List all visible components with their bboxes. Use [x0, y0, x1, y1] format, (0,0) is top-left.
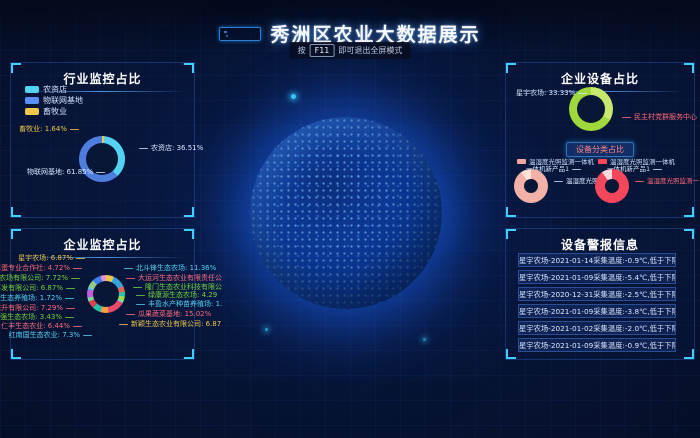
pie-label: 绿康源生态农场: 4.29	[136, 291, 217, 300]
alarm-row: 星宇农场-2021-01-09采集温度:-5.4℃,低于下限:0℃	[518, 270, 676, 284]
panel-device-alarms: 设备警报信息 星宇农场-2021-01-14采集温度:-0.9℃,低于下限:0℃…	[505, 228, 695, 360]
classification-donut-right[interactable]	[595, 169, 629, 203]
legend-item-iot[interactable]: 物联网基地	[25, 95, 83, 106]
pie-label: 红超禽蛋专业合作社: 4.72%	[0, 264, 82, 273]
classification-donut-left[interactable]	[514, 169, 548, 203]
f11-key-badge: F11	[310, 44, 335, 57]
legend-swatch	[25, 86, 39, 93]
enterprise-donut-chart[interactable]	[87, 275, 125, 313]
pie-label-right: 民主村党群服务中心	[622, 113, 697, 122]
panel-industry-ratio: 行业监控占比 农资店 物联网基地 畜牧业 畜牧业: 1.64% 农资店: 36.…	[10, 62, 195, 218]
glow-dot	[423, 338, 426, 341]
alarm-row: 星宇农场-2020-12-31采集温度:-2.5℃,低于下限:0℃	[518, 287, 676, 301]
legend-label: 物联网基地	[43, 95, 83, 106]
pie-label: 家信农场有限公司: 7.72%	[0, 274, 80, 283]
pie-label: 瓜果蔬菜基地: 15.02%	[126, 310, 211, 319]
pie-label: 新颖生态农业有限公司: 6.87	[119, 320, 221, 329]
pie-callout-right: 温湿度光照监测一	[635, 177, 699, 186]
alarm-row: 星宇农场-2021-01-09采集温度:-0.9℃,低于下限:0℃	[518, 338, 676, 352]
pie-label: 北斗锋生态农场: 11.36%	[124, 264, 216, 273]
pie-label: 大运河生态农业有限责任公	[126, 274, 222, 283]
alarm-row: 星宇农场-2021-01-09采集温度:-3.8℃,低于下限:0℃	[518, 304, 676, 318]
pie-label: 红南国生态农业: 7.3%	[9, 331, 92, 340]
pie-label-iot: 物联网基地: 61.85%	[27, 168, 105, 177]
donut-hole	[605, 179, 619, 193]
legend-label: 畜牧业	[43, 106, 67, 117]
glow-dot	[265, 328, 268, 331]
legend-item-livestock[interactable]: 畜牧业	[25, 106, 67, 117]
legend-swatch	[517, 159, 526, 164]
pie-label-livestock: 畜牧业: 1.64%	[19, 125, 79, 134]
alarm-row: 星宇农场-2021-01-02采集温度:-2.0℃,低于下限:0℃	[518, 321, 676, 335]
legend-swatch	[598, 159, 607, 164]
donut-hole	[524, 179, 538, 193]
panel-enterprise-ratio: 企业监控占比 星宇农场: 6.87% 红超禽蛋专业合作社: 4.72% 家信农场…	[10, 228, 195, 360]
pie-label-store: 农资店: 36.51%	[139, 144, 203, 153]
donut-hole	[93, 281, 119, 307]
legend-swatch	[25, 108, 39, 115]
panel-title: 企业设备占比	[506, 63, 694, 87]
classification-title: 设备分类占比	[566, 142, 634, 157]
globe-visualization	[250, 117, 442, 309]
donut-hole	[577, 95, 605, 123]
panel-title: 企业监控占比	[11, 229, 194, 253]
pie-label-left: 星宇农场: 33.33%	[516, 89, 587, 98]
tip-suffix: 即可退出全屏模式	[338, 45, 402, 56]
legend-label: 农资店	[43, 84, 67, 95]
pie-label: 中信升有限公司: 7.29%	[0, 304, 75, 313]
pie-label: 李强生态农场: 3.43%	[0, 313, 74, 322]
dashboard: { "app": { "title": "秀洲区农业大数据展示", "fulls…	[0, 0, 700, 438]
pie-label: 国平发有限公司: 6.87%	[0, 284, 75, 293]
pie-label: 星宇农场: 6.87%	[18, 254, 85, 263]
pie-label: 丰盈水产种苗养殖场: 1.	[136, 300, 222, 309]
legend-swatch	[25, 97, 39, 104]
pie-label: 仁丰生态农业: 6.44%	[1, 322, 82, 331]
alarm-row: 星宇农场-2021-01-14采集温度:-0.9℃,低于下限:0℃	[518, 253, 676, 267]
legend-item-store[interactable]: 农资店	[25, 84, 67, 95]
panel-title: 设备警报信息	[506, 229, 694, 253]
glow-dot	[291, 94, 296, 99]
fullscreen-tip: 按 F11 即可退出全屏模式	[290, 42, 411, 59]
logo-badge	[219, 27, 261, 41]
tip-prefix: 按	[298, 45, 306, 56]
panel-device-ratio: 企业设备占比 星宇农场: 33.33% 民主村党群服务中心 设备分类占比 温湿度…	[505, 62, 695, 218]
pie-label: 上华生态养殖场: 1.72%	[0, 294, 74, 303]
